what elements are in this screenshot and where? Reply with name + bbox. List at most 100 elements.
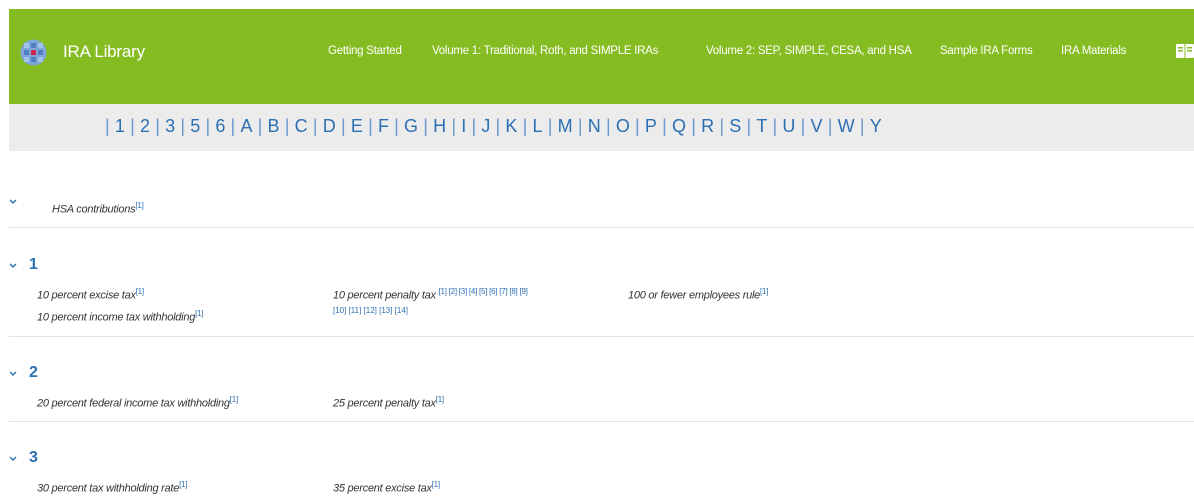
ref-link[interactable]: [1] (179, 480, 187, 489)
nav-volume-1[interactable]: Volume 1: Traditional, Roth, and SIMPLE … (432, 45, 658, 57)
ref-link[interactable]: [1] (432, 480, 440, 489)
ref-link[interactable]: [1] (230, 395, 238, 404)
term-label[interactable]: 10 percent income tax withholding (37, 312, 195, 324)
term-label[interactable]: 30 percent tax withholding rate (37, 483, 179, 495)
alphabet-separator: | (257, 116, 263, 136)
ref-link[interactable]: [1] (760, 287, 768, 296)
alphabet-link-o[interactable]: O (616, 116, 630, 136)
ref-link[interactable]: [1] (135, 201, 143, 210)
section-heading-1: 1 (29, 256, 38, 273)
divider (9, 421, 1194, 422)
alphabet-link-k[interactable]: K (505, 116, 517, 136)
alphabet-link-v[interactable]: V (811, 116, 823, 136)
alphabet-separator: | (827, 116, 833, 136)
alphabet-link-5[interactable]: 5 (190, 116, 200, 136)
term-100-or-fewer-employees-rule[interactable]: 100 or fewer employees rule[1] (628, 287, 768, 302)
alphabet-index: | 1 | 2 | 3 | 5 | 6 | A | B | C | D | E | F | G | H | I | J | K | L | M | N | O… (100, 116, 882, 137)
alphabet-link-c[interactable]: C (295, 116, 308, 136)
alphabet-link-w[interactable]: W (838, 116, 855, 136)
term-hsa-contributions[interactable]: HSA contributions[1] (52, 201, 144, 216)
ref-link[interactable]: [1] (136, 287, 144, 296)
alphabet-link-u[interactable]: U (782, 116, 795, 136)
ref-link[interactable]: [1] (436, 395, 444, 404)
alphabet-link-s[interactable]: S (729, 116, 741, 136)
alphabet-link-q[interactable]: Q (672, 116, 686, 136)
term-label[interactable]: 100 or fewer employees rule (628, 290, 760, 302)
alphabet-link-d[interactable]: D (323, 116, 336, 136)
alphabet-separator: | (691, 116, 697, 136)
chevron-down-icon[interactable] (8, 198, 18, 206)
alphabet-separator: | (180, 116, 186, 136)
term-label[interactable]: 10 percent excise tax (37, 290, 136, 302)
alphabet-link-i[interactable]: I (461, 116, 466, 136)
term-25-percent-penalty-tax[interactable]: 25 percent penalty tax[1] (333, 395, 444, 410)
alphabet-link-b[interactable]: B (268, 116, 280, 136)
alphabet-link-2[interactable]: 2 (140, 116, 150, 136)
alphabet-separator: | (605, 116, 611, 136)
section-heading-3: 3 (29, 449, 38, 466)
term-10-percent-income-tax-withholding[interactable]: 10 percent income tax withholding[1] (37, 309, 203, 324)
alphabet-link-j[interactable]: J (481, 116, 490, 136)
alphabet-link-1[interactable]: 1 (115, 116, 125, 136)
alphabet-separator: | (495, 116, 501, 136)
divider (9, 227, 1194, 228)
alphabet-link-6[interactable]: 6 (215, 116, 225, 136)
nav-getting-started[interactable]: Getting Started (328, 45, 402, 57)
alphabet-link-h[interactable]: H (433, 116, 446, 136)
alphabet-link-l[interactable]: L (533, 116, 543, 136)
chevron-down-icon[interactable] (8, 262, 18, 270)
alphabet-separator: | (719, 116, 725, 136)
alphabet-bar: | 1 | 2 | 3 | 5 | 6 | A | B | C | D | E | F | G | H | I | J | K | L | M | N | O… (9, 104, 1194, 151)
alphabet-separator: | (662, 116, 668, 136)
term-10-percent-excise-tax[interactable]: 10 percent excise tax[1] (37, 287, 144, 302)
divider (9, 336, 1194, 337)
ref-links[interactable]: [1] [2] [3] [4] [5] [6] [7] [8] [9] (439, 287, 528, 296)
alphabet-link-y[interactable]: Y (870, 116, 882, 136)
section-heading-2: 2 (29, 364, 38, 381)
alphabet-separator: | (423, 116, 429, 136)
chevron-down-icon[interactable] (8, 370, 18, 378)
alphabet-separator: | (547, 116, 553, 136)
top-header: IRA Library Getting Started Volume 1: Tr… (9, 9, 1194, 104)
term-label[interactable]: 20 percent federal income tax withholdin… (37, 398, 230, 410)
nav-volume-2[interactable]: Volume 2: SEP, SIMPLE, CESA, and HSA (706, 45, 912, 57)
term-10-percent-penalty-tax[interactable]: 10 percent penalty tax [1] [2] [3] [4] [… (333, 287, 528, 302)
term-30-percent-tax-withholding-rate[interactable]: 30 percent tax withholding rate[1] (37, 480, 187, 495)
alphabet-link-m[interactable]: M (558, 116, 573, 136)
alphabet-separator: | (451, 116, 457, 136)
alphabet-link-t[interactable]: T (756, 116, 767, 136)
alphabet-separator: | (340, 116, 346, 136)
alphabet-separator: | (859, 116, 865, 136)
alphabet-separator: | (635, 116, 640, 136)
term-label[interactable]: HSA contributions (52, 204, 136, 216)
alphabet-link-g[interactable]: G (404, 116, 418, 136)
alphabet-separator: | (368, 116, 373, 136)
alphabet-separator: | (394, 116, 400, 136)
ref-links-continued[interactable]: [10] [11] [12] [13] [14] (333, 306, 408, 315)
alphabet-separator: | (230, 116, 236, 136)
term-35-percent-excise-tax[interactable]: 35 percent excise tax[1] (333, 480, 440, 495)
alphabet-link-f[interactable]: F (378, 116, 389, 136)
nav-sample-ira-forms[interactable]: Sample IRA Forms (940, 45, 1033, 57)
alphabet-link-n[interactable]: N (588, 116, 601, 136)
alphabet-link-r[interactable]: R (701, 116, 714, 136)
chevron-down-icon[interactable] (8, 455, 18, 463)
alphabet-link-e[interactable]: E (351, 116, 363, 136)
alphabet-separator: | (746, 116, 752, 136)
alphabet-link-p[interactable]: P (645, 116, 657, 136)
nav-ira-materials[interactable]: IRA Materials (1061, 45, 1126, 57)
alphabet-separator: | (800, 116, 806, 136)
term-label[interactable]: 25 percent penalty tax (333, 398, 436, 410)
alphabet-separator: | (522, 116, 528, 136)
alphabet-separator: | (155, 116, 161, 136)
main-nav: Getting Started Volume 1: Traditional, R… (9, 45, 1194, 63)
ref-link[interactable]: [1] (195, 309, 203, 318)
alphabet-link-3[interactable]: 3 (165, 116, 175, 136)
alphabet-separator: | (772, 116, 778, 136)
term-label[interactable]: 35 percent excise tax (333, 483, 432, 495)
term-20-percent-federal-income-tax-withholding[interactable]: 20 percent federal income tax withholdin… (37, 395, 238, 410)
alphabet-separator: | (284, 116, 290, 136)
book-icon[interactable] (1175, 42, 1194, 60)
alphabet-link-a[interactable]: A (240, 116, 252, 136)
term-label[interactable]: 10 percent penalty tax (333, 290, 436, 302)
